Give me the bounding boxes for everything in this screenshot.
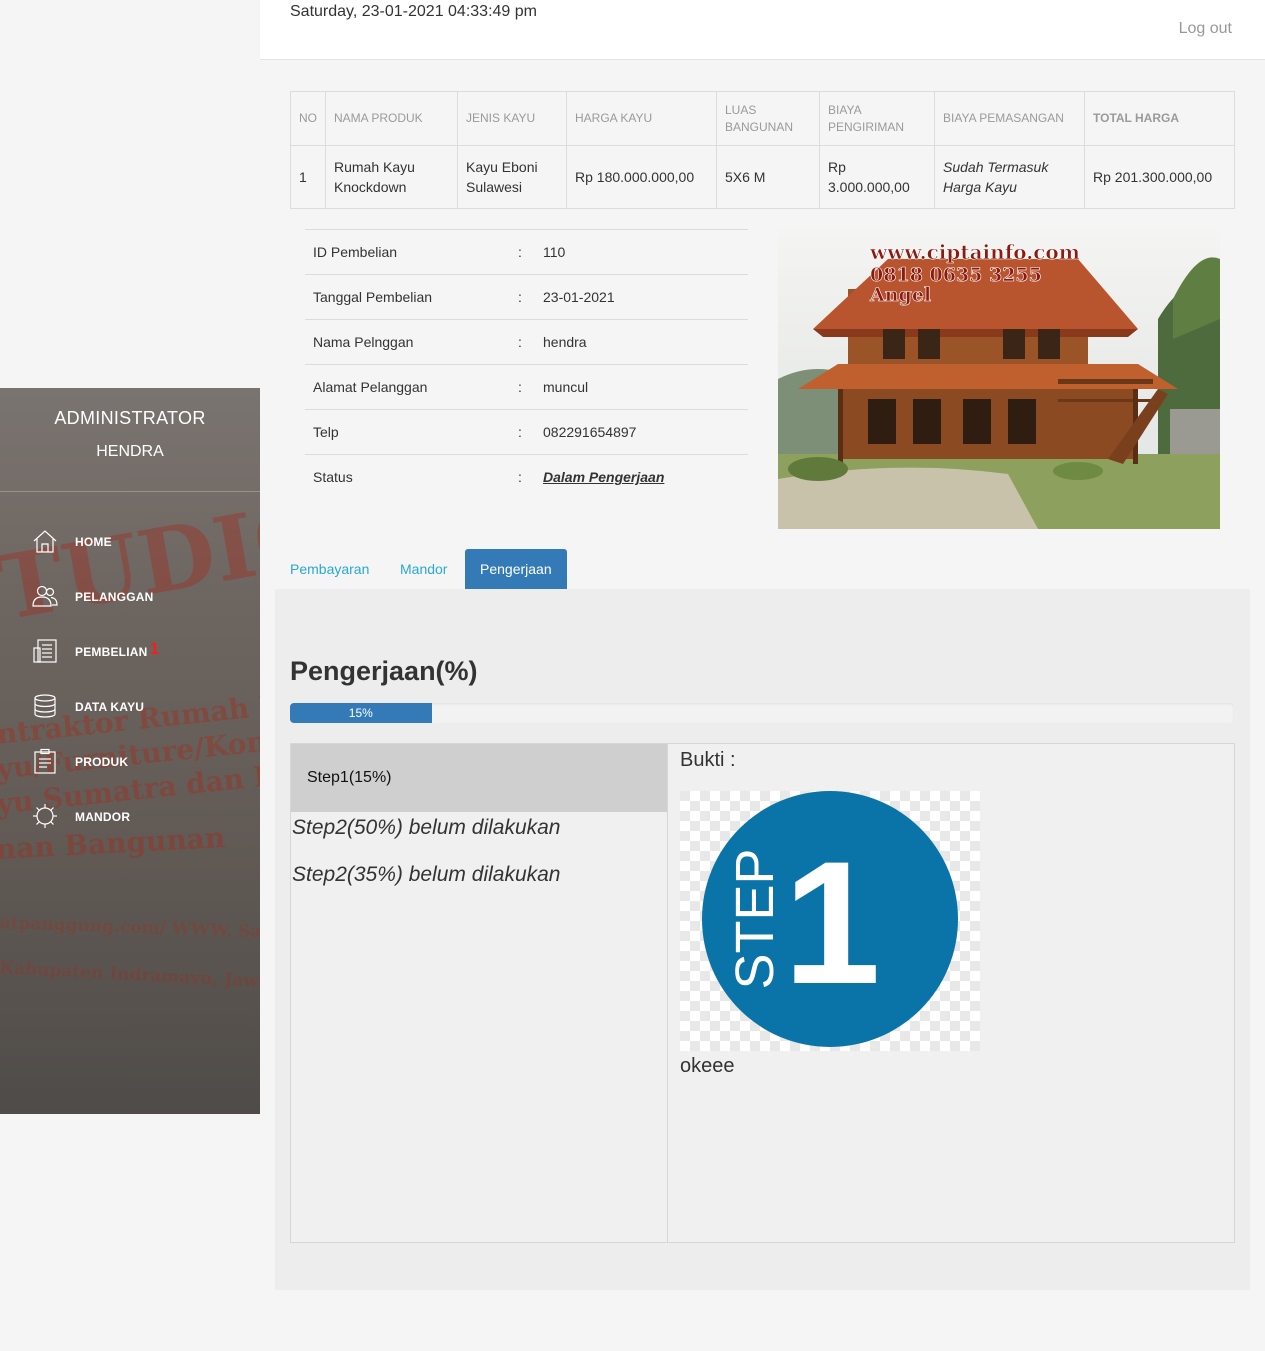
current-datetime: Saturday, 23-01-2021 04:33:49 pm: [290, 3, 537, 20]
bukti-label: Bukti :: [680, 749, 736, 771]
column-header: JENIS KAYU: [457, 91, 567, 146]
step-item: Step2(50%) belum dilakukan: [292, 816, 561, 839]
proof-note: okeee: [680, 1055, 735, 1077]
detail-separator: :: [505, 319, 535, 365]
purchase-details: ID Pembelian : 110 Tanggal Pembelian : 2…: [305, 229, 748, 500]
table-cell: Sudah Termasuk Harga Kayu: [934, 145, 1085, 209]
watermark-text: atpanggung.com/ WWW. Salyan-Kont: [0, 913, 260, 946]
detail-value: hendra: [535, 319, 748, 365]
column-header: BIAYA PEMASANGAN: [934, 91, 1085, 146]
detail-key: Tanggal Pembelian: [305, 274, 505, 320]
user-role: ADMINISTRATOR: [54, 408, 206, 428]
table-cell: Rp 201.300.000,00: [1084, 145, 1235, 209]
column-header: NAMA PRODUK: [325, 91, 458, 146]
pengerjaan-panel: Pengerjaan(%) 15% Step1(15%) Step2(50%) …: [275, 589, 1250, 1290]
detail-row: Tanggal Pembelian : 23-01-2021: [305, 274, 748, 320]
detail-row: Alamat Pelanggan : muncul: [305, 364, 748, 410]
receipt-icon: [33, 639, 57, 663]
sidebar-nav: HOME PELANGGAN PEMBELIAN 1 DATA KAYU PRO…: [0, 516, 260, 846]
detail-row: ID Pembelian : 110: [305, 229, 748, 275]
column-header: TOTAL HARGA: [1084, 91, 1235, 146]
image-watermark-text: 0818 0635 3255: [870, 264, 1042, 286]
image-watermark-text: www.ciptainfo.com: [869, 240, 1080, 264]
sidebar-item-label: PRODUK: [75, 755, 129, 769]
progress-bar: 15%: [290, 703, 1234, 723]
sidebar-item-data-kayu[interactable]: DATA KAYU: [0, 681, 260, 736]
detail-separator: :: [505, 454, 535, 500]
tab-pengerjaan[interactable]: Pengerjaan: [465, 549, 567, 589]
detail-row: Telp : 082291654897: [305, 409, 748, 455]
column-header: NO: [290, 91, 326, 146]
database-icon: [34, 694, 56, 718]
clipboard-icon: [34, 748, 56, 774]
purchase-table: NO NAMA PRODUK JENIS KAYU HARGA KAYU LUA…: [290, 91, 1235, 209]
users-icon: [32, 585, 58, 607]
image-watermark-text: Angel: [869, 284, 931, 306]
sidebar-divider: [0, 491, 260, 492]
house-photo: www.ciptainfo.com 0818 0635 3255 Angel: [778, 229, 1220, 529]
sidebar-item-label: HOME: [75, 535, 112, 549]
detail-separator: :: [505, 364, 535, 410]
detail-separator: :: [505, 274, 535, 320]
detail-value: 110: [535, 229, 748, 275]
detail-separator: :: [505, 229, 535, 275]
logout-link[interactable]: Log out: [1179, 20, 1232, 38]
detail-value: muncul: [535, 364, 748, 410]
progress-fill: 15%: [290, 703, 432, 723]
detail-key: Nama Pelnggan: [305, 319, 505, 365]
sidebar-item-label: PEMBELIAN: [75, 645, 148, 659]
sidebar: TUDIO OPTI ntraktor Rumah Kay yu/Furnitu…: [0, 388, 260, 1114]
home-icon: [33, 530, 57, 553]
detail-value: 082291654897: [535, 409, 748, 455]
table-cell: Kayu Eboni Sulawesi: [457, 145, 567, 209]
sidebar-item-label: PELANGGAN: [75, 590, 154, 604]
detail-value: Dalam Pengerjaan: [535, 454, 748, 500]
detail-row: Nama Pelnggan : hendra: [305, 319, 748, 365]
table-cell: Rp 180.000.000,00: [566, 145, 717, 209]
tab-mandor[interactable]: Mandor: [400, 549, 447, 589]
table-cell: 5X6 M: [716, 145, 820, 209]
column-header: BIAYA PENGIRIMAN: [819, 91, 935, 146]
sidebar-item-pembelian[interactable]: PEMBELIAN 1: [0, 626, 260, 681]
top-header: Saturday, 23-01-2021 04:33:49 pm Log out: [260, 0, 1265, 60]
steps-box: Step1(15%) Step2(50%) belum dilakukan St…: [290, 743, 1235, 1243]
sidebar-item-label: DATA KAYU: [75, 700, 145, 714]
detail-value: 23-01-2021: [535, 274, 748, 320]
table-cell: Rumah Kayu Knockdown: [325, 145, 458, 209]
table-header-row: NO NAMA PRODUK JENIS KAYU HARGA KAYU LUA…: [290, 91, 1235, 146]
sidebar-item-produk[interactable]: PRODUK: [0, 736, 260, 791]
detail-row: Status : Dalam Pengerjaan: [305, 454, 748, 500]
detail-key: Status: [305, 454, 505, 500]
column-header: LUAS BANGUNAN: [716, 91, 820, 146]
table-row: 1 Rumah Kayu Knockdown Kayu Eboni Sulawe…: [290, 145, 1235, 209]
detail-key: Telp: [305, 409, 505, 455]
sidebar-item-label: MANDOR: [75, 810, 131, 824]
product-image: www.ciptainfo.com 0818 0635 3255 Angel: [778, 229, 1220, 529]
tab-pembayaran[interactable]: Pembayaran: [290, 549, 369, 589]
sidebar-item-home[interactable]: HOME: [0, 516, 260, 571]
detail-key: Alamat Pelanggan: [305, 364, 505, 410]
detail-key: ID Pembelian: [305, 229, 505, 275]
user-name: HENDRA: [96, 443, 164, 460]
step-number: 1: [783, 826, 880, 1021]
detail-separator: :: [505, 409, 535, 455]
step-proof: Bukti : STEP 1 okeee: [668, 744, 1234, 1242]
gear-icon: [33, 804, 57, 828]
status-link[interactable]: Dalam Pengerjaan: [543, 469, 664, 485]
step-item-active[interactable]: Step1(15%): [291, 744, 667, 812]
step-proof-image: STEP 1: [680, 791, 980, 1051]
notification-badge: 1: [150, 641, 159, 658]
watermark-text: Kabupaten Indramayu, Jawa Barat: [0, 958, 260, 995]
column-header: HARGA KAYU: [566, 91, 717, 146]
sidebar-item-mandor[interactable]: MANDOR: [0, 791, 260, 846]
sidebar-item-pelanggan[interactable]: PELANGGAN: [0, 571, 260, 626]
step-word: STEP: [725, 848, 785, 989]
table-cell: Rp 3.000.000,00: [819, 145, 935, 209]
step-item: Step2(35%) belum dilakukan: [292, 863, 561, 886]
panel-title: Pengerjaan(%): [290, 656, 478, 686]
table-cell: 1: [290, 145, 326, 209]
step-list: Step1(15%) Step2(50%) belum dilakukan St…: [291, 744, 668, 1242]
